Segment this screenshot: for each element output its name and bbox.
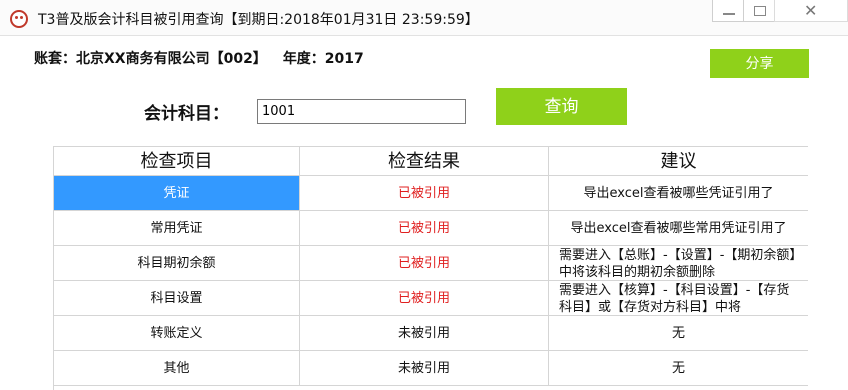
column-header-advice[interactable]: 建议: [549, 146, 808, 176]
minimize-button[interactable]: [712, 0, 744, 22]
year-label: 年度：2017: [282, 51, 364, 67]
column-header-item[interactable]: 检查项目: [54, 146, 300, 176]
result-cell[interactable]: 未被引用: [300, 316, 549, 351]
close-icon: ✕: [804, 1, 818, 20]
item-cell[interactable]: 其他: [54, 351, 300, 386]
result-cell[interactable]: 未被引用: [300, 351, 549, 386]
advice-cell[interactable]: 导出excel查看被哪些常用凭证引用了: [549, 211, 808, 246]
item-cell[interactable]: 常用凭证: [54, 211, 300, 246]
result-cell[interactable]: 已被引用: [300, 176, 549, 211]
share-button[interactable]: 分享: [710, 49, 809, 78]
advice-cell[interactable]: 导出excel查看被哪些凭证引用了: [549, 176, 808, 211]
results-table: 检查项目 检查结果 建议 凭证 已被引用 导出excel查看被哪些凭证引用了 常…: [53, 146, 808, 390]
minimize-icon: [723, 13, 735, 15]
result-cell[interactable]: 已被引用: [300, 246, 549, 281]
subject-label: 会计科目：: [144, 104, 229, 124]
item-cell[interactable]: 科目期初余额: [54, 246, 300, 281]
close-button[interactable]: ✕: [774, 0, 848, 22]
table-row[interactable]: 科目设置 已被引用 需要进入【核算】-【科目设置】-【存货科目】或【存货对方科目…: [54, 281, 808, 316]
table-row[interactable]: 转账定义 未被引用 无: [54, 316, 808, 351]
advice-cell[interactable]: 无: [549, 351, 808, 386]
subject-code-input[interactable]: [257, 99, 466, 124]
app-logo-icon: [10, 10, 28, 28]
maximize-icon: [754, 6, 766, 16]
item-cell[interactable]: 转账定义: [54, 316, 300, 351]
window-title: T3普及版会计科目被引用查询【到期日:2018年01月31日 23:59:59】: [38, 12, 479, 28]
advice-cell[interactable]: 无: [549, 316, 808, 351]
table-row[interactable]: 常用凭证 已被引用 导出excel查看被哪些常用凭证引用了: [54, 211, 808, 246]
query-button[interactable]: 查询: [496, 88, 627, 125]
title-bar: T3普及版会计科目被引用查询【到期日:2018年01月31日 23:59:59】…: [0, 0, 848, 36]
result-cell[interactable]: 已被引用: [300, 211, 549, 246]
maximize-button[interactable]: [743, 0, 775, 22]
item-cell[interactable]: 凭证: [54, 176, 300, 211]
table-row[interactable]: 凭证 已被引用 导出excel查看被哪些凭证引用了: [54, 176, 808, 211]
account-info: 账套：北京XX商务有限公司【002】 年度：2017: [34, 48, 364, 68]
advice-cell[interactable]: 需要进入【总账】-【设置】-【期初余额】中将该科目的期初余额删除: [549, 246, 808, 281]
advice-cell[interactable]: 需要进入【核算】-【科目设置】-【存货科目】或【存货对方科目】中将: [549, 281, 808, 316]
table-row[interactable]: 其他 未被引用 无: [54, 351, 808, 386]
result-cell[interactable]: 已被引用: [300, 281, 549, 316]
column-header-result[interactable]: 检查结果: [300, 146, 549, 176]
table-row[interactable]: 科目期初余额 已被引用 需要进入【总账】-【设置】-【期初余额】中将该科目的期初…: [54, 246, 808, 281]
item-cell[interactable]: 科目设置: [54, 281, 300, 316]
account-label: 账套：北京XX商务有限公司【002】: [34, 51, 267, 67]
